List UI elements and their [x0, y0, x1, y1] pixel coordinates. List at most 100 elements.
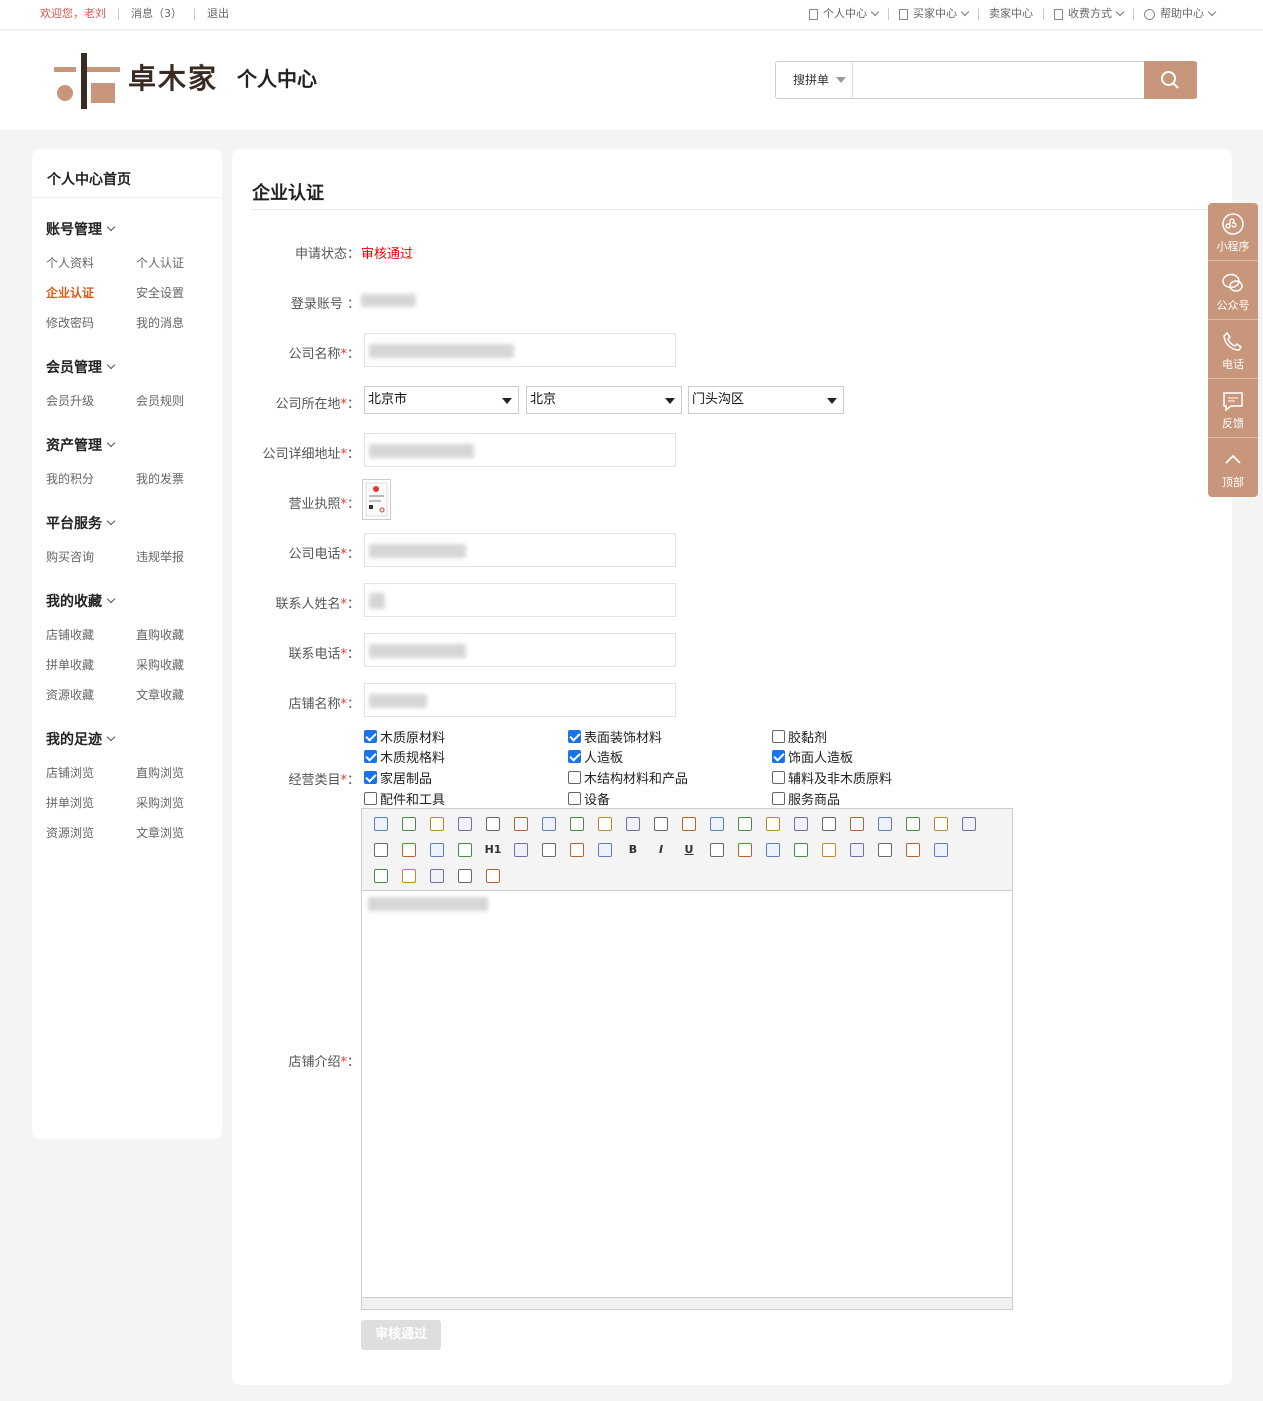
ordered-list-icon[interactable]	[819, 814, 839, 834]
code-icon[interactable]	[539, 814, 559, 834]
anchor-icon[interactable]	[427, 866, 447, 886]
category-checkbox[interactable]: 人造板	[568, 747, 623, 766]
sidebar-item-hist-purchase[interactable]: 采购浏览	[136, 794, 184, 811]
category-checkbox[interactable]: 饰面人造板	[772, 747, 853, 766]
emoticon-icon[interactable]	[931, 840, 951, 860]
sidebar-group-assets[interactable]: 资产管理	[46, 435, 116, 455]
personal-center-menu[interactable]: 个人中心	[799, 8, 888, 20]
logo-icon[interactable]	[54, 53, 120, 109]
sidebar-group-history[interactable]: 我的足迹	[46, 729, 116, 749]
image-icon[interactable]	[371, 866, 391, 886]
select-icon[interactable]	[427, 840, 447, 860]
preview-icon[interactable]	[455, 814, 475, 834]
unlink-icon[interactable]	[483, 866, 503, 886]
font-color-icon[interactable]	[567, 840, 587, 860]
wechat-button[interactable]: 公众号	[1208, 262, 1258, 320]
justify-icon[interactable]	[791, 814, 811, 834]
feedback-button[interactable]: 反馈	[1208, 380, 1258, 438]
sidebar-item-profile[interactable]: 个人资料	[46, 254, 94, 271]
company-name-field[interactable]	[364, 333, 676, 367]
category-checkbox[interactable]: 服务商品	[772, 789, 840, 808]
clear-format-icon[interactable]	[371, 840, 391, 860]
eraser-icon[interactable]	[763, 840, 783, 860]
cut-icon[interactable]	[567, 814, 587, 834]
editor-i-button[interactable]: I	[651, 840, 671, 860]
pagebreak-icon[interactable]	[399, 866, 419, 886]
search-input[interactable]	[854, 62, 1144, 98]
sidebar-item-personal-auth[interactable]: 个人认证	[136, 254, 184, 271]
buyer-center-menu[interactable]: 买家中心	[888, 8, 978, 20]
editor-resize-bar[interactable]	[362, 1297, 1012, 1309]
sidebar-group-platform[interactable]: 平台服务	[46, 513, 116, 533]
sidebar-item-enterprise-auth[interactable]: 企业认证	[46, 284, 94, 301]
messages-link[interactable]: 消息（3）	[118, 8, 194, 20]
paste-icon[interactable]	[623, 814, 643, 834]
company-phone-field[interactable]	[364, 533, 676, 567]
multi-image-icon[interactable]	[819, 840, 839, 860]
category-checkbox[interactable]: 辅料及非木质原料	[772, 768, 892, 787]
sidebar-item-points[interactable]: 我的积分	[46, 470, 94, 487]
undo-icon[interactable]	[399, 814, 419, 834]
print-icon[interactable]	[483, 814, 503, 834]
sidebar-item-hist-group[interactable]: 拼单浏览	[46, 794, 94, 811]
sidebar-item-fav-shops[interactable]: 店铺收藏	[46, 626, 94, 643]
align-left-icon[interactable]	[707, 814, 727, 834]
sidebar-item-rules[interactable]: 会员规则	[136, 392, 184, 409]
insert-row-icon[interactable]	[903, 840, 923, 860]
district-select[interactable]: 门头沟区	[688, 386, 844, 414]
category-checkbox[interactable]: 表面装饰材料	[568, 727, 662, 746]
category-checkbox[interactable]: 家居制品	[364, 768, 432, 787]
sidebar-item-hist-article[interactable]: 文章浏览	[136, 824, 184, 841]
category-checkbox[interactable]: 木质规格料	[364, 747, 445, 766]
fees-menu[interactable]: 收费方式	[1043, 8, 1133, 20]
link-icon[interactable]	[455, 866, 475, 886]
sidebar-item-invoices[interactable]: 我的发票	[136, 470, 184, 487]
editor-u-button[interactable]: U	[679, 840, 699, 860]
sidebar-item-security[interactable]: 安全设置	[136, 284, 184, 301]
mini-program-button[interactable]: 小程序	[1208, 203, 1258, 261]
strike-icon[interactable]	[707, 840, 727, 860]
help-center-menu[interactable]: 帮助中心	[1133, 8, 1225, 20]
sidebar-item-report[interactable]: 违规举报	[136, 548, 184, 565]
paste-text-icon[interactable]	[651, 814, 671, 834]
license-thumbnail[interactable]	[362, 479, 391, 520]
media-icon[interactable]	[847, 840, 867, 860]
align-right-icon[interactable]	[763, 814, 783, 834]
hr-icon[interactable]	[735, 840, 755, 860]
sidebar-home-link[interactable]: 个人中心首页	[47, 169, 131, 189]
superscript-icon[interactable]	[959, 814, 979, 834]
insert-image-icon[interactable]	[791, 840, 811, 860]
phone-button[interactable]: 电话	[1208, 321, 1258, 379]
address-field[interactable]	[364, 433, 676, 467]
font-size-icon[interactable]	[539, 840, 559, 860]
select-all-icon[interactable]	[399, 840, 419, 860]
sidebar-group-membership[interactable]: 会员管理	[46, 357, 116, 377]
fullscreen-icon[interactable]	[455, 840, 475, 860]
editor-b-button[interactable]: B	[623, 840, 643, 860]
redo-icon[interactable]	[427, 814, 447, 834]
subscript-icon[interactable]	[931, 814, 951, 834]
outdent-icon[interactable]	[903, 814, 923, 834]
sidebar-item-fav-resource[interactable]: 资源收藏	[46, 686, 94, 703]
category-checkbox[interactable]: 木质原材料	[364, 727, 445, 746]
sidebar-item-upgrade[interactable]: 会员升级	[46, 392, 94, 409]
search-button[interactable]	[1144, 61, 1197, 99]
category-checkbox[interactable]: 木结构材料和产品	[568, 768, 688, 787]
editor-h1-button[interactable]: H1	[483, 840, 503, 860]
submit-button[interactable]: 审核通过	[361, 1320, 441, 1350]
sidebar-item-messages[interactable]: 我的消息	[136, 314, 184, 331]
paste-word-icon[interactable]	[679, 814, 699, 834]
sidebar-item-fav-purchase[interactable]: 采购收藏	[136, 656, 184, 673]
unordered-list-icon[interactable]	[847, 814, 867, 834]
category-checkbox[interactable]: 配件和工具	[364, 789, 445, 808]
shop-name-field[interactable]	[364, 683, 676, 717]
font-family-icon[interactable]	[511, 840, 531, 860]
contact-name-field[interactable]	[364, 583, 676, 617]
highlight-icon[interactable]	[595, 840, 615, 860]
sidebar-item-fav-group[interactable]: 拼单收藏	[46, 656, 94, 673]
sidebar-item-fav-direct[interactable]: 直购收藏	[136, 626, 184, 643]
align-center-icon[interactable]	[735, 814, 755, 834]
sidebar-item-hist-resource[interactable]: 资源浏览	[46, 824, 94, 841]
indent-icon[interactable]	[875, 814, 895, 834]
city-select[interactable]: 北京	[526, 386, 682, 414]
